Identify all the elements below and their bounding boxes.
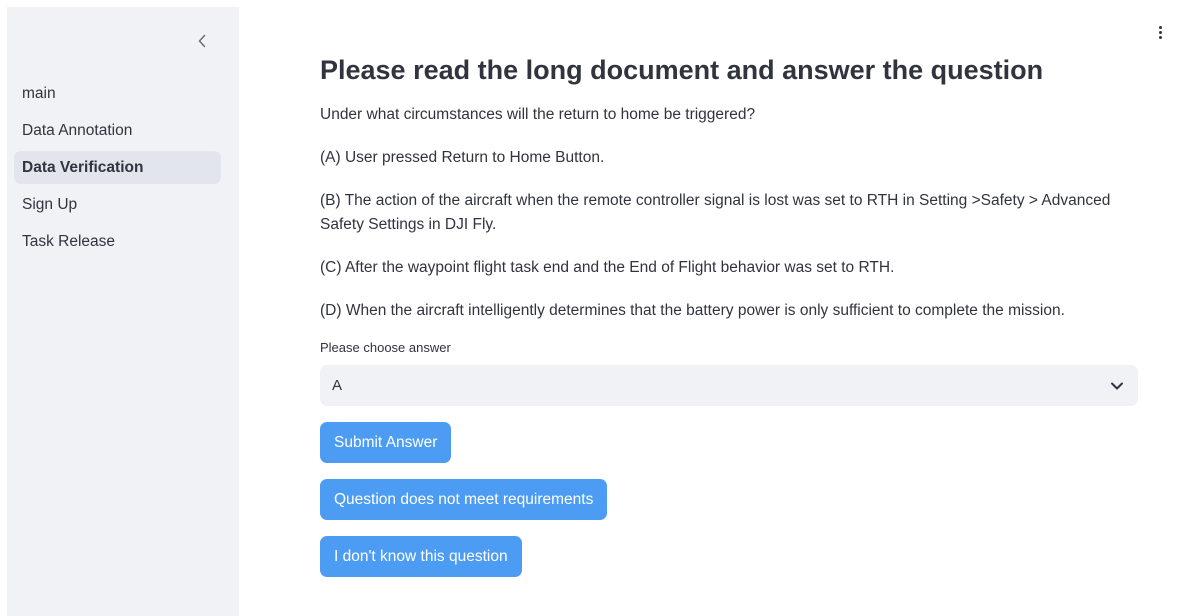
sidebar: main Data Annotation Data Verification S… [7,7,239,616]
answer-select-value: A [332,377,343,394]
sidebar-item-label: main [22,84,56,102]
sidebar-item-task-release[interactable]: Task Release [14,225,221,258]
answer-select[interactable]: A [320,365,1138,406]
sidebar-item-label: Task Release [22,232,116,250]
kebab-menu-icon[interactable] [1150,22,1170,42]
sidebar-item-data-verification[interactable]: Data Verification [14,151,221,184]
question-text: Under what circumstances will the return… [320,106,756,123]
sidebar-item-label: Data Annotation [22,121,133,139]
option-d: (D) When the aircraft intelligently dete… [320,302,1065,319]
question-not-meet-requirements-button[interactable]: Question does not meet requirements [320,479,608,520]
sidebar-item-data-annotation[interactable]: Data Annotation [14,114,221,147]
main-content: Please read the long document and answer… [320,50,1138,577]
option-a: (A) User pressed Return to Home Button. [320,149,605,166]
dont-know-question-button[interactable]: I don't know this question [320,536,522,577]
sidebar-item-sign-up[interactable]: Sign Up [14,188,221,221]
sidebar-item-label: Sign Up [22,195,78,213]
sidebar-item-main[interactable]: main [14,77,221,110]
option-c: (C) After the waypoint flight task end a… [320,259,895,276]
sidebar-item-label: Data Verification [22,158,144,176]
answer-select-label: Please choose answer [320,340,451,355]
sidebar-nav: main Data Annotation Data Verification S… [14,77,221,262]
submit-answer-button[interactable]: Submit Answer [320,422,452,463]
option-b: (B) The action of the aircraft when the … [320,192,1111,233]
chevron-down-icon [1111,382,1123,389]
page-title: Please read the long document and answer… [320,55,1044,85]
app: main Data Annotation Data Verification S… [0,0,1187,616]
chevron-left-icon [198,34,206,48]
collapse-sidebar-button[interactable] [190,29,214,53]
